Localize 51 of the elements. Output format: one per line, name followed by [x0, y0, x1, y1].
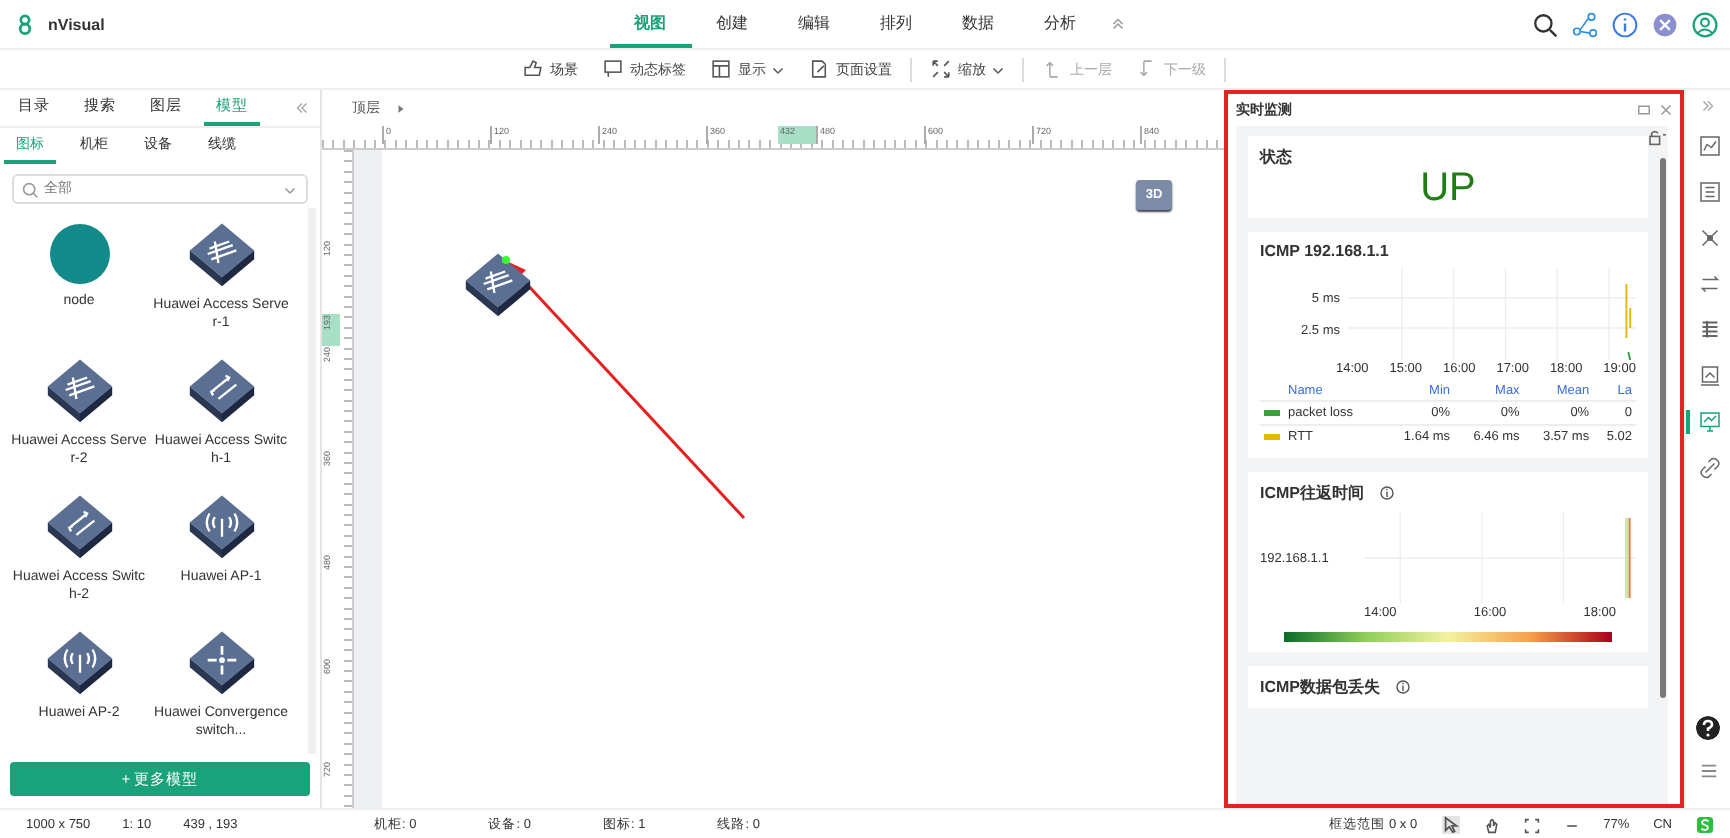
access-point-icon[interactable] [185, 492, 257, 560]
info-icon[interactable] [1396, 680, 1410, 694]
unlock-icon[interactable] [1648, 130, 1668, 146]
menu-icon[interactable] [1699, 762, 1717, 780]
menu-tab[interactable]: 数据 [937, 0, 1019, 48]
menu-tab[interactable]: 排列 [855, 0, 937, 48]
card-title: 状态 [1260, 146, 1292, 168]
node-icon[interactable] [49, 224, 109, 284]
app-name: nVisual [48, 15, 105, 33]
thumb-icon [522, 58, 544, 80]
server-icon[interactable] [43, 356, 115, 424]
chevron-right-icon[interactable] [396, 103, 406, 113]
fullscreen-icon[interactable] [1523, 817, 1540, 833]
caret-icon [772, 63, 784, 75]
caret-icon [992, 63, 1004, 75]
switch-icon[interactable] [43, 492, 115, 560]
card-title: ICMP数据包丢失 [1260, 676, 1380, 698]
input-method-icon[interactable] [1696, 816, 1714, 834]
help-icon[interactable] [1696, 716, 1720, 740]
share-icon[interactable] [1572, 11, 1598, 37]
expand-icon [930, 58, 952, 80]
search-icon[interactable] [1532, 11, 1558, 37]
selection-handle[interactable] [502, 256, 510, 264]
menu-tab[interactable]: 分析 [1019, 0, 1101, 48]
page-edit-icon [808, 58, 830, 80]
server-icon[interactable] [185, 220, 257, 288]
device-icon[interactable] [185, 628, 257, 696]
scrollbar[interactable] [1660, 158, 1666, 698]
search-icon [22, 181, 38, 197]
card-title: ICMP往返时间 [1260, 482, 1364, 504]
collapse-icon[interactable] [1111, 18, 1123, 30]
menu-tab[interactable]: 创建 [691, 0, 773, 48]
close-icon[interactable] [1660, 104, 1672, 116]
info-icon[interactable] [1380, 486, 1394, 500]
arrow-down-icon [1136, 58, 1158, 80]
hand-icon[interactable] [1483, 817, 1500, 833]
user-icon[interactable] [1692, 11, 1718, 37]
layout-icon [710, 58, 732, 80]
access-point-icon[interactable] [43, 628, 115, 696]
info-icon[interactable] [1612, 11, 1638, 37]
maximize-icon[interactable] [1638, 104, 1650, 116]
menu-tab[interactable]: 编辑 [773, 0, 855, 48]
card-title: ICMP 192.168.1.1 [1260, 242, 1389, 260]
pointer-tool[interactable] [1441, 816, 1460, 834]
logo-icon [14, 12, 36, 36]
switch-icon[interactable] [185, 356, 257, 424]
chevron-down-icon [284, 183, 296, 195]
label-icon [602, 58, 624, 80]
server-icon[interactable] [462, 250, 534, 318]
arrow-up-icon [1042, 58, 1064, 80]
status-value: UP [1420, 166, 1476, 210]
